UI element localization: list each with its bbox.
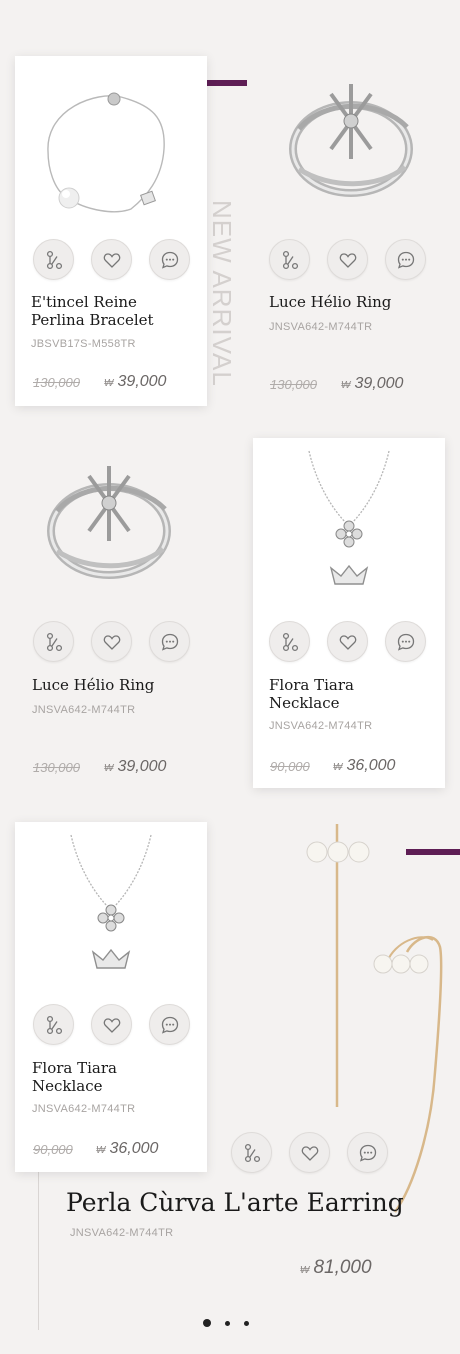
like-button[interactable] <box>327 621 368 662</box>
pagination-dot[interactable] <box>244 1320 249 1326</box>
action-row <box>33 1004 190 1045</box>
share-button[interactable] <box>231 1132 272 1173</box>
share-button[interactable] <box>33 1004 74 1045</box>
like-button[interactable] <box>91 1004 132 1045</box>
sale-price: ₩39,000 <box>104 373 167 390</box>
product-code: JBSVB17S-M558TR <box>31 338 136 350</box>
sale-price: ₩39,000 <box>104 758 167 775</box>
action-row <box>33 239 190 280</box>
share-button[interactable] <box>33 621 74 662</box>
product-code: JNSVA642-M744TR <box>269 321 373 333</box>
heart-icon <box>103 252 120 268</box>
chat-button[interactable] <box>149 621 190 662</box>
share-icon <box>46 250 62 269</box>
product-image[interactable] <box>15 56 207 231</box>
share-button[interactable] <box>269 239 310 280</box>
heart-icon <box>339 634 356 650</box>
product-card-bracelet[interactable]: E'tincel Reine Perlina Bracelet JBSVB17S… <box>15 56 207 406</box>
heart-icon <box>339 252 356 268</box>
product-card-necklace[interactable]: Flora Tiara Necklace JNSVA642-M744TR 90,… <box>15 822 207 1172</box>
product-code: JNSVA642-M744TR <box>32 704 136 716</box>
feature-product-code: JNSVA642-M744TR <box>70 1227 174 1239</box>
accent-bar-top <box>205 80 247 86</box>
chat-icon <box>397 633 414 651</box>
share-icon <box>46 1015 62 1034</box>
share-button[interactable] <box>269 621 310 662</box>
original-price: 130,000 <box>33 760 80 775</box>
chat-icon <box>359 1144 376 1162</box>
chat-button[interactable] <box>149 1004 190 1045</box>
action-row <box>269 621 426 662</box>
sale-price: ₩39,000 <box>341 375 404 392</box>
chat-icon <box>161 633 178 651</box>
necklace-image <box>308 450 390 585</box>
share-icon <box>46 632 62 651</box>
share-button[interactable] <box>33 239 74 280</box>
chat-button[interactable] <box>385 239 426 280</box>
original-price: 130,000 <box>270 377 317 392</box>
ring-image <box>289 83 413 197</box>
product-name[interactable]: Flora Tiara Necklace <box>32 1059 117 1095</box>
heart-icon <box>103 634 120 650</box>
chat-icon <box>161 1016 178 1034</box>
like-button[interactable] <box>91 239 132 280</box>
chat-icon <box>397 251 414 269</box>
product-image[interactable] <box>15 822 207 997</box>
bracelet-image <box>47 92 165 212</box>
product-code: JNSVA642-M744TR <box>269 720 373 732</box>
product-name[interactable]: Luce Hélio Ring <box>269 293 391 311</box>
product-name[interactable]: Flora Tiara Necklace <box>269 676 354 712</box>
sale-price: ₩36,000 <box>333 757 396 774</box>
pagination <box>203 1319 249 1327</box>
product-code: JNSVA642-M744TR <box>32 1103 136 1115</box>
chat-button[interactable] <box>347 1132 388 1173</box>
product-image[interactable] <box>253 438 445 613</box>
action-row <box>33 621 190 662</box>
new-arrival-label: NEW ARRIVAL <box>207 200 237 387</box>
ring-image <box>47 465 171 579</box>
share-icon <box>244 1143 260 1162</box>
chat-button[interactable] <box>385 621 426 662</box>
divider-line <box>38 1170 39 1330</box>
feature-action-row <box>231 1132 388 1173</box>
chat-button[interactable] <box>149 239 190 280</box>
heart-icon <box>103 1017 120 1033</box>
original-price: 130,000 <box>33 375 80 390</box>
original-price: 90,000 <box>33 1142 73 1157</box>
feature-sale-price: ₩81,000 <box>300 1257 372 1278</box>
product-card-ring[interactable]: Luce Hélio Ring JNSVA642-M744TR 130,000 … <box>15 438 207 788</box>
pagination-dot[interactable] <box>225 1320 230 1326</box>
necklace-image <box>70 834 152 969</box>
like-button[interactable] <box>327 239 368 280</box>
chat-icon <box>161 251 178 269</box>
like-button[interactable] <box>289 1132 330 1173</box>
like-button[interactable] <box>91 621 132 662</box>
pagination-dot[interactable] <box>203 1319 211 1327</box>
product-name[interactable]: Luce Hélio Ring <box>32 676 154 694</box>
product-name[interactable]: E'tincel Reine Perlina Bracelet <box>31 293 154 329</box>
sale-price: ₩36,000 <box>96 1140 159 1157</box>
share-icon <box>282 250 298 269</box>
share-icon <box>282 632 298 651</box>
action-row <box>269 239 426 280</box>
original-price: 90,000 <box>270 759 310 774</box>
feature-product-name[interactable]: Perla Cùrva L'arte Earring <box>66 1188 404 1217</box>
heart-icon <box>301 1145 318 1161</box>
product-image[interactable] <box>15 438 207 613</box>
product-card-necklace[interactable]: Flora Tiara Necklace JNSVA642-M744TR 90,… <box>253 438 445 788</box>
product-image[interactable] <box>253 56 445 231</box>
product-card-ring[interactable]: Luce Hélio Ring JNSVA642-M744TR 130,000 … <box>253 56 445 406</box>
